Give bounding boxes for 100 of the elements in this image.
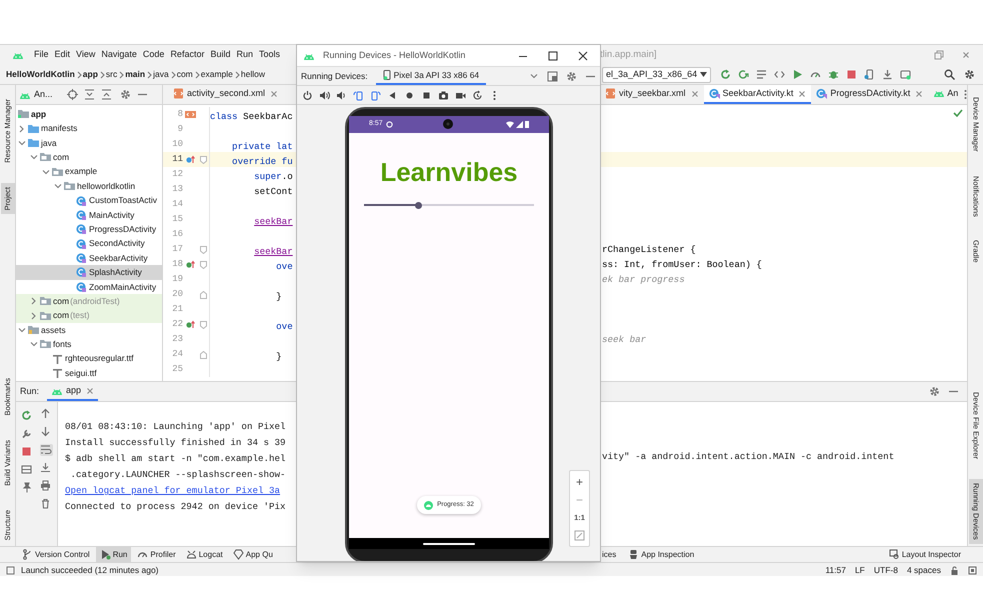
volume-down-icon[interactable] <box>336 90 347 100</box>
pin-icon[interactable] <box>20 482 32 493</box>
tree-item[interactable]: ZoomMainActivity <box>16 280 162 294</box>
tree-item[interactable]: helloworldkotlin <box>16 178 162 194</box>
restore-icon[interactable] <box>934 50 944 60</box>
tree-item[interactable]: java <box>16 136 162 150</box>
tree-item[interactable]: ProgressDActivity <box>16 222 162 237</box>
back-icon[interactable] <box>387 90 398 100</box>
power-icon[interactable] <box>302 90 313 100</box>
menu-item[interactable]: Navigate <box>98 48 140 62</box>
overview-icon[interactable] <box>421 90 432 100</box>
chevron-down-icon[interactable] <box>529 71 539 81</box>
list-icon[interactable] <box>756 69 768 80</box>
code-icon[interactable] <box>774 69 786 80</box>
stop-icon[interactable] <box>20 446 32 457</box>
layout-icon[interactable] <box>547 70 558 82</box>
layout-icon[interactable] <box>20 464 32 475</box>
editor-tab[interactable]: vity_seekbar.xml <box>600 85 704 104</box>
collapse-all-icon[interactable] <box>100 89 112 100</box>
crosshair-icon[interactable] <box>66 89 78 100</box>
menu-item[interactable]: Refactor <box>167 48 208 62</box>
tablet-icon[interactable] <box>900 69 912 80</box>
breadcrumb-item[interactable]: java <box>153 68 169 81</box>
scroll-to-end-icon[interactable] <box>40 462 53 474</box>
override-marker-icon[interactable] <box>186 320 195 329</box>
tree-item[interactable]: CustomToastActiv <box>16 193 162 208</box>
menu-item[interactable]: Code <box>140 48 168 62</box>
home-icon[interactable] <box>404 90 415 100</box>
breadcrumb-item[interactable]: hellow <box>240 68 265 81</box>
lock-icon[interactable] <box>950 566 959 574</box>
editor-tab[interactable]: SeekbarActivity.kt <box>704 85 812 104</box>
gear-icon[interactable] <box>929 386 940 397</box>
stop-icon[interactable] <box>846 69 858 80</box>
menu-item[interactable]: View <box>73 48 98 62</box>
configuration-tab[interactable]: app <box>47 382 98 401</box>
tree-item[interactable]: SecondActivity <box>16 236 162 251</box>
tree-item[interactable]: SplashActivity <box>16 265 162 280</box>
breadcrumb-item[interactable]: HelloWorldKotlin <box>6 68 75 81</box>
print-icon[interactable] <box>40 480 53 492</box>
seekbar-thumb[interactable] <box>414 202 422 208</box>
bug-icon[interactable] <box>828 69 840 80</box>
home-indicator[interactable] <box>423 542 475 544</box>
device-dropdown[interactable]: el_3a_API_33_x86_64 <box>602 66 712 82</box>
expand-all-icon[interactable] <box>84 89 95 100</box>
square-icon[interactable] <box>6 566 15 574</box>
tree-item[interactable]: MainActivity <box>16 208 162 222</box>
editor-tab[interactable]: ProgressDActivity.kt <box>811 85 928 104</box>
status-item[interactable]: 11:57 <box>825 564 846 576</box>
tree-item[interactable]: com(androidTest) <box>16 294 162 308</box>
class-marker-icon[interactable] <box>185 111 196 118</box>
tree-item[interactable]: SeekbarActivity <box>16 250 162 266</box>
view-selector[interactable]: An... <box>19 88 53 102</box>
tool-window-tab[interactable]: App Qu <box>228 547 277 562</box>
tree-item[interactable]: manifests <box>16 121 162 136</box>
tool-window-tab[interactable]: App Inspection <box>624 547 698 562</box>
menu-item[interactable]: Tools <box>256 48 283 62</box>
zoom-in-button[interactable]: + <box>576 474 583 490</box>
tool-window-tab[interactable]: Logcat <box>182 547 227 562</box>
tool-window-tab[interactable]: Version Control <box>18 547 94 562</box>
replay-icon[interactable] <box>472 90 483 100</box>
gear-icon[interactable] <box>566 70 577 82</box>
gear-icon[interactable] <box>120 89 131 100</box>
phone-icon[interactable] <box>864 69 876 80</box>
status-item[interactable]: 4 spaces <box>906 564 941 576</box>
close-icon[interactable] <box>578 50 588 60</box>
memory-icon[interactable] <box>968 566 977 574</box>
tree-item[interactable]: seigui.ttf <box>16 366 162 380</box>
fit-screen-icon[interactable] <box>574 530 585 541</box>
breadcrumb-item[interactable]: com <box>176 68 193 81</box>
status-item[interactable]: LF <box>854 564 865 576</box>
status-item[interactable]: UTF-8 <box>874 564 898 576</box>
console-link[interactable]: Open logcat panel for emulator Pixel 3a <box>65 485 280 496</box>
breadcrumb-item[interactable]: main <box>125 68 146 81</box>
rerun-icon[interactable] <box>720 69 732 80</box>
menu-item[interactable]: Edit <box>52 48 74 62</box>
tree-item[interactable]: example <box>16 164 162 179</box>
rotate-left-icon[interactable] <box>353 90 364 100</box>
breadcrumb-item[interactable]: app <box>82 68 98 81</box>
menu-item[interactable]: Run <box>233 48 256 62</box>
tool-window-tab[interactable]: ices <box>598 547 620 562</box>
download-icon[interactable] <box>882 69 894 80</box>
camera-icon[interactable] <box>438 90 449 100</box>
editor-tab[interactable]: activity_second.xml <box>168 85 284 104</box>
tree-item[interactable]: assets <box>16 322 162 338</box>
editor-tab[interactable]: An <box>928 85 964 104</box>
tree-item[interactable]: com(test) <box>16 308 162 323</box>
tool-window-tab[interactable]: Layout Inspector <box>884 547 965 562</box>
tree-item[interactable]: com <box>16 150 162 165</box>
tree-item[interactable]: app <box>16 107 162 122</box>
search-icon[interactable] <box>944 69 955 80</box>
wrench-icon[interactable] <box>20 428 32 439</box>
rerun-icon[interactable] <box>20 410 32 421</box>
apply-changes-icon[interactable] <box>738 69 750 80</box>
menu-item[interactable]: Build <box>207 48 234 62</box>
override-marker-icon[interactable] <box>186 155 195 164</box>
device-tab[interactable]: Pixel 3a API 33 x86 64 <box>376 67 486 85</box>
tool-window-tab[interactable]: Run <box>96 547 132 562</box>
tree-item[interactable]: rghteousregular.ttf <box>16 352 162 366</box>
soft-wrap-icon[interactable] <box>40 444 53 456</box>
volume-up-icon[interactable] <box>319 90 330 100</box>
